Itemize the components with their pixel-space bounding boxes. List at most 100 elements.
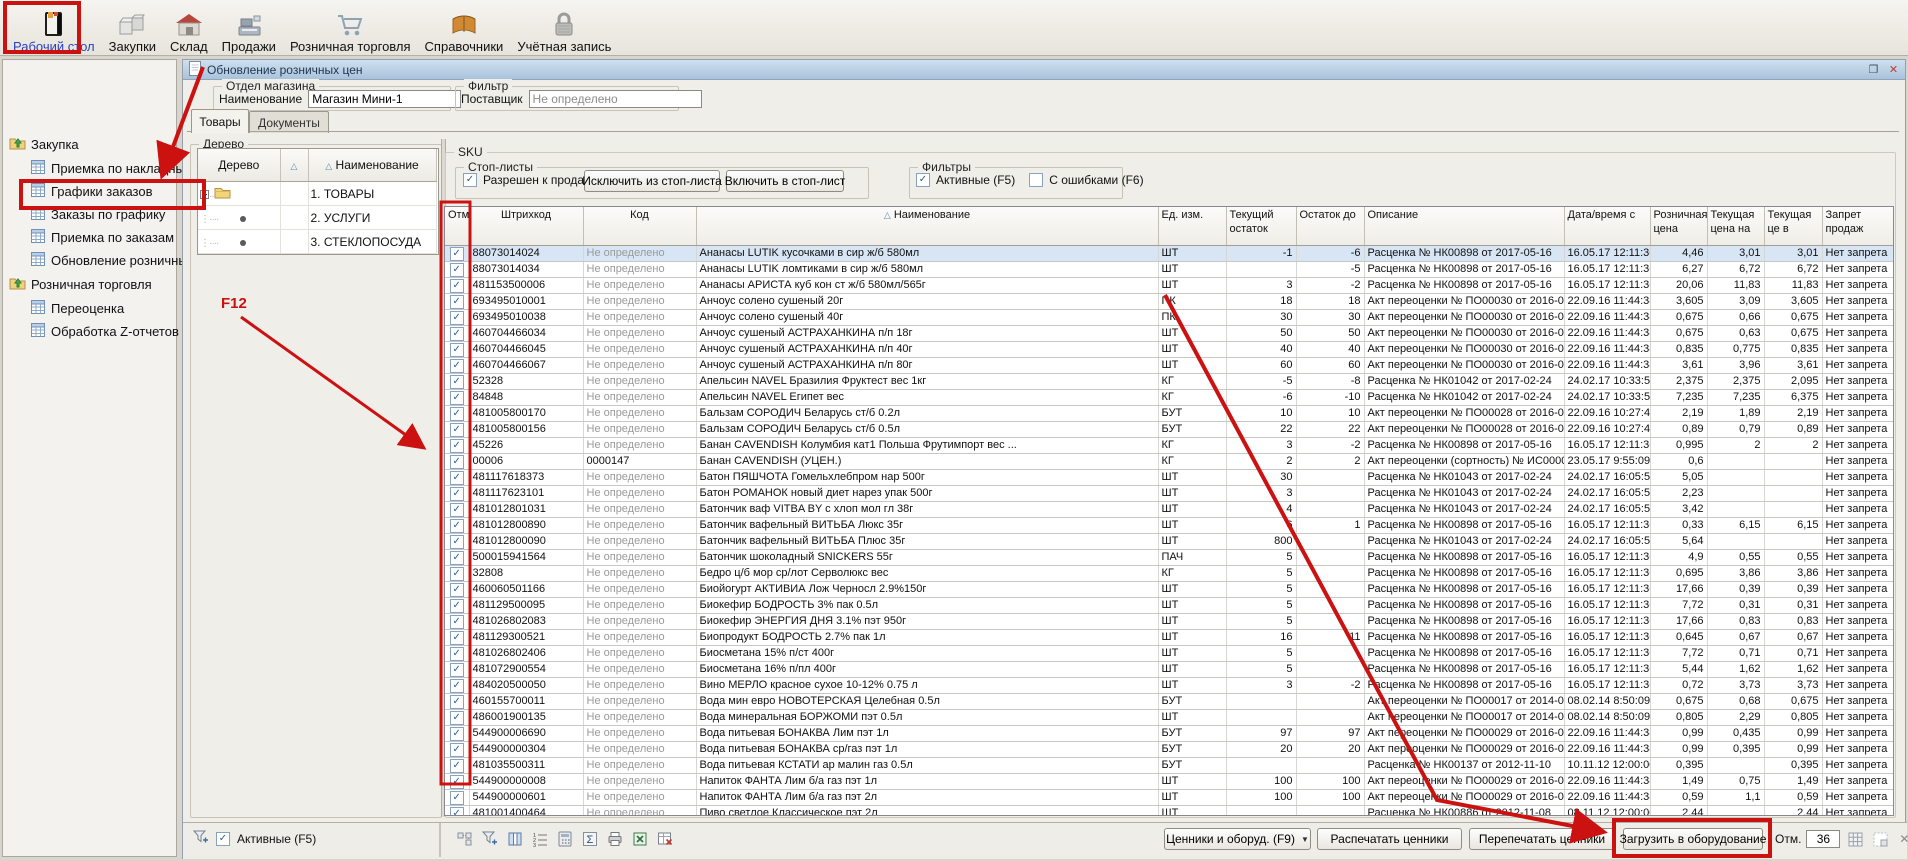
table-row[interactable]: 481129500095Не определеноБиокефир БОДРОС… <box>445 598 1893 614</box>
table-row[interactable]: 481026802406Не определеноБиосметана 15% … <box>445 646 1893 662</box>
table-row[interactable]: 481035500311Не определеноВода питьевая К… <box>445 758 1893 774</box>
table-row[interactable]: 32808Не определеноБедро ц/б мор ср/лот С… <box>445 566 1893 582</box>
sku-col-6[interactable]: Остаток до <box>1296 207 1364 246</box>
table-row[interactable]: 481012800090Не определеноБатончик вафель… <box>445 534 1893 550</box>
sku-col-12[interactable]: Запрет продаж <box>1822 207 1893 246</box>
sku-col-10[interactable]: Текущая цена на <box>1707 207 1764 246</box>
tree-col-sort[interactable]: △ <box>280 149 308 182</box>
table-row[interactable]: 481012801031Не определеноБатончик ваф VI… <box>445 502 1893 518</box>
row-checkbox[interactable] <box>450 679 464 693</box>
reprint-pricetags-button[interactable]: Перепечатать ценники <box>1469 828 1615 850</box>
sidebar-item-0[interactable]: Приемка по накладным <box>31 160 194 177</box>
table-row[interactable]: 481153500006Не определеноАнанасы АРИСТА … <box>445 278 1893 294</box>
row-checkbox[interactable] <box>450 727 464 741</box>
sidebar-group-0[interactable]: Закупка <box>9 136 79 153</box>
table-row[interactable]: 460704466067Не определеноАнчоус сушеный … <box>445 358 1893 374</box>
calculator-icon[interactable] <box>555 829 575 849</box>
row-checkbox[interactable] <box>450 375 464 389</box>
table-row[interactable]: 460060501166Не определеноБиойогурт АКТИВ… <box>445 582 1893 598</box>
sigma-icon[interactable]: Σ <box>580 829 600 849</box>
sidebar-item-6[interactable]: Обработка Z-отчетов <box>31 323 179 340</box>
tree-col-tree[interactable]: Дерево <box>198 149 280 182</box>
include-in-stoplist-button[interactable]: Включить в стоп-лист <box>726 170 844 192</box>
excel-icon[interactable] <box>630 829 650 849</box>
row-checkbox[interactable] <box>450 583 464 597</box>
row-checkbox[interactable] <box>450 279 464 293</box>
print-pricetags-button[interactable]: Распечатать ценники <box>1317 828 1462 850</box>
table-row[interactable]: 500015941564Не определеноБатончик шокола… <box>445 550 1893 566</box>
filter-add-icon[interactable] <box>480 829 500 849</box>
errors-filter-checkbox[interactable] <box>1029 173 1043 187</box>
row-checkbox[interactable] <box>450 327 464 341</box>
sku-col-3[interactable]: △ Наименование <box>696 207 1158 246</box>
store-name-input[interactable] <box>308 90 461 108</box>
table-delete-icon[interactable] <box>655 829 675 849</box>
table-row[interactable]: 000060000147Банан CAVENDISH (УЦЕН.)КГ22А… <box>445 454 1893 470</box>
row-checkbox[interactable] <box>450 695 464 709</box>
exclude-from-stoplist-button[interactable]: Исключить из стоп-листа <box>584 170 720 192</box>
filter-funnel-icon[interactable] <box>193 830 209 847</box>
table-row[interactable]: 460704466045Не определеноАнчоус сушеный … <box>445 342 1893 358</box>
sidebar-item-2[interactable]: Заказы по графику <box>31 206 165 223</box>
sku-col-2[interactable]: Код <box>583 207 696 246</box>
table-row[interactable]: 481117623101Не определеноБатон РОМАНОК н… <box>445 486 1893 502</box>
tree-active-checkbox[interactable] <box>216 832 230 846</box>
table-row[interactable]: 88073014034Не определеноАнанасы LUTIK ло… <box>445 262 1893 278</box>
sku-col-5[interactable]: Текущий остаток <box>1226 207 1296 246</box>
close-panel-icon[interactable]: ✕ <box>1899 832 1908 846</box>
table-row[interactable]: 693495010038Не определеноАнчоус солено с… <box>445 310 1893 326</box>
row-checkbox[interactable] <box>450 263 464 277</box>
table-row[interactable]: 544900006690Не определеноВода питьевая Б… <box>445 726 1893 742</box>
table-row[interactable]: 481129300521Не определеноБиопродукт БОДР… <box>445 630 1893 646</box>
row-checkbox[interactable] <box>450 247 464 261</box>
tree-col-name[interactable]: △ Наименование <box>308 149 436 182</box>
row-checkbox[interactable] <box>450 551 464 565</box>
row-checkbox[interactable] <box>450 407 464 421</box>
sku-col-7[interactable]: Описание <box>1364 207 1564 246</box>
tree-row-0[interactable]: ··1. ТОВАРЫ <box>198 182 436 206</box>
table-row[interactable]: 481012800890Не определеноБатончик вафель… <box>445 518 1893 534</box>
columns-icon[interactable] <box>505 829 525 849</box>
tree-row-1[interactable]: ⋮····2. УСЛУГИ <box>198 206 436 230</box>
sku-col-8[interactable]: Дата/время с <box>1564 207 1650 246</box>
table-row[interactable]: 481117618373Не определеноБатон ПЯШЧОТА Г… <box>445 470 1893 486</box>
row-checkbox[interactable] <box>450 519 464 533</box>
table-row[interactable]: 484020500050Не определеноВино МЕРЛО крас… <box>445 678 1893 694</box>
row-checkbox[interactable] <box>450 391 464 405</box>
table-row[interactable]: 544900000601Не определеноНапиток ФАНТА Л… <box>445 790 1893 806</box>
toolbar-button-reference[interactable]: Справочники <box>418 0 511 57</box>
sku-col-1[interactable]: Штрихкод <box>469 207 583 246</box>
table-row[interactable]: 84848Не определеноАпельсин NAVEL Египет … <box>445 390 1893 406</box>
table-row[interactable]: 544900000008Не определеноНапиток ФАНТА Л… <box>445 774 1893 790</box>
row-checkbox[interactable] <box>450 343 464 357</box>
row-checkbox[interactable] <box>450 423 464 437</box>
table-row[interactable]: 52328Не определеноАпельсин NAVEL Бразили… <box>445 374 1893 390</box>
printer-icon[interactable] <box>605 829 625 849</box>
sidebar-item-1[interactable]: Графики заказов <box>31 183 153 200</box>
close-icon[interactable]: ✕ <box>1886 62 1901 77</box>
table-row[interactable]: 460704466034Не определеноАнчоус сушеный … <box>445 326 1893 342</box>
load-to-equipment-button[interactable]: Загрузить в оборудование <box>1623 828 1763 850</box>
tab-goods[interactable]: Товары <box>191 109 249 133</box>
pricetags-equipment-button[interactable]: Ценники и оборуд. (F9)▼ <box>1164 828 1311 850</box>
table-row[interactable]: 88073014024Не определеноАнанасы LUTIK ку… <box>445 246 1893 262</box>
toolbar-button-sales[interactable]: Продажи <box>215 0 283 57</box>
tab-documents[interactable]: Документы <box>249 111 329 133</box>
branch-icon[interactable] <box>455 829 475 849</box>
table-row[interactable]: 481001400464Не определеноПиво светлое Кл… <box>445 806 1893 817</box>
row-checkbox[interactable] <box>450 439 464 453</box>
toolbar-button-workspace[interactable]: Рабочий стол <box>6 0 102 57</box>
sidebar-group-1[interactable]: Розничная торговля <box>9 276 152 293</box>
row-checkbox[interactable] <box>450 503 464 517</box>
sidebar-item-3[interactable]: Приемка по заказам <box>31 229 174 246</box>
table-row[interactable]: 481072900554Не определеноБиосметана 16% … <box>445 662 1893 678</box>
table-row[interactable]: 460155700011Не определеноВода мин евро Н… <box>445 694 1893 710</box>
sku-col-9[interactable]: Розничная цена <box>1650 207 1707 246</box>
sku-col-0[interactable]: Отм <box>445 207 469 246</box>
table-row[interactable]: 693495010001Не определеноАнчоус солено с… <box>445 294 1893 310</box>
row-checkbox[interactable] <box>450 295 464 309</box>
toolbar-button-purchases[interactable]: Закупки <box>102 0 163 57</box>
table-row[interactable]: 481026802083Не определеноБиокефир ЭНЕРГИ… <box>445 614 1893 630</box>
row-checkbox[interactable] <box>450 743 464 757</box>
allowed-for-sale-checkbox[interactable] <box>463 173 477 187</box>
